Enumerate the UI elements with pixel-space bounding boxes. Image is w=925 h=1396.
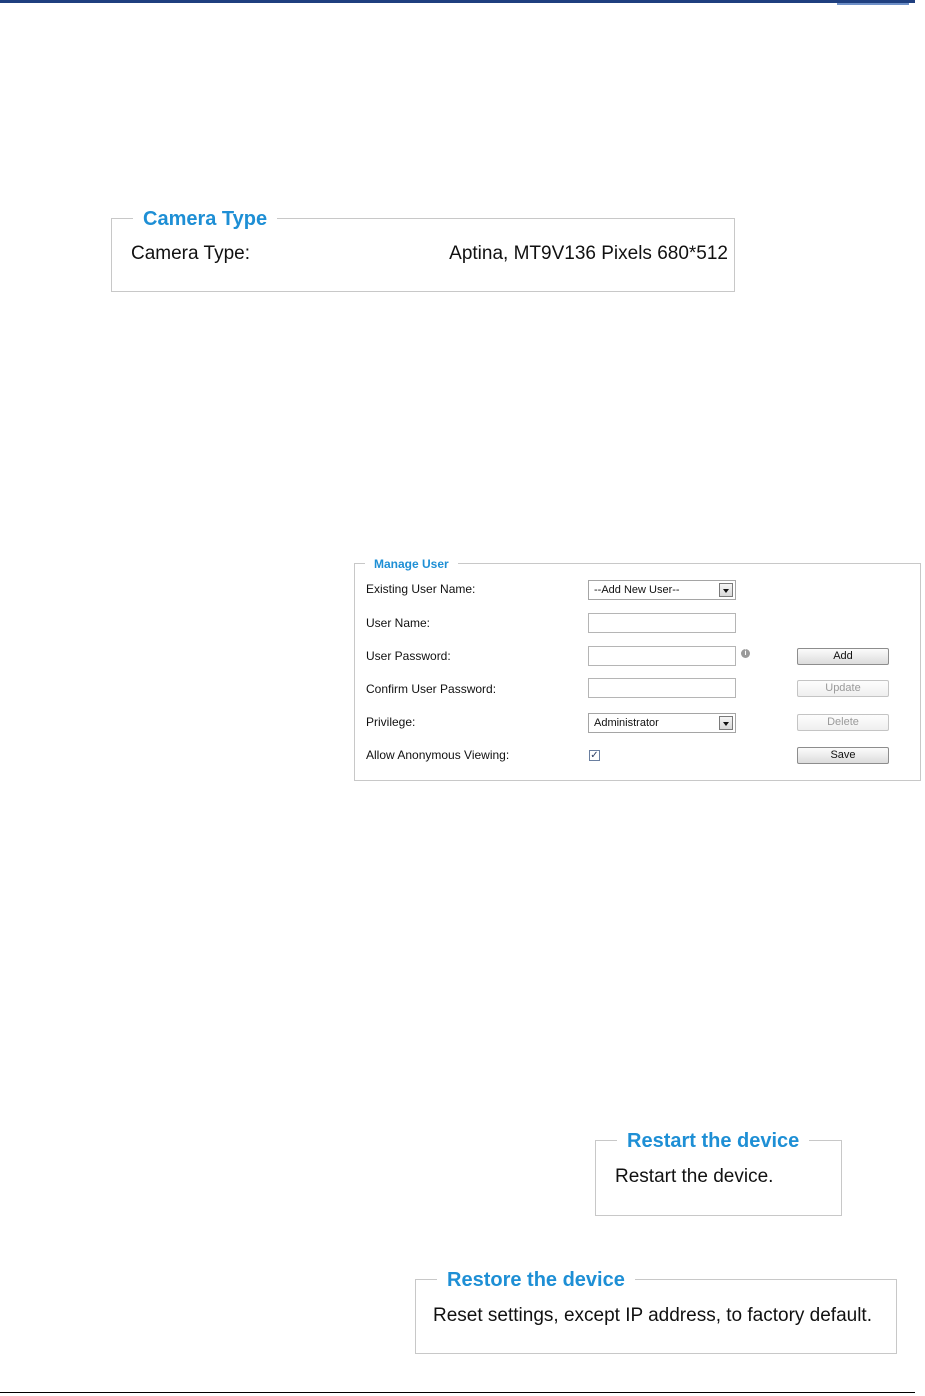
privilege-label: Privilege: bbox=[366, 715, 416, 729]
confirm-password-input[interactable] bbox=[588, 678, 736, 698]
header-rule-accent bbox=[837, 3, 909, 5]
add-button[interactable]: Add bbox=[797, 648, 889, 665]
manage-user-legend: Manage User bbox=[365, 556, 458, 572]
user-name-label: User Name: bbox=[366, 616, 431, 630]
save-button[interactable]: Save bbox=[797, 747, 889, 764]
chevron-down-icon[interactable] bbox=[719, 583, 733, 597]
delete-button[interactable]: Delete bbox=[797, 714, 889, 731]
anonymous-viewing-label: Allow Anonymous Viewing: bbox=[366, 748, 510, 762]
camera-type-legend: Camera Type bbox=[133, 207, 278, 231]
info-icon[interactable]: i bbox=[741, 649, 750, 658]
restore-panel: Restore the device Reset settings, excep… bbox=[415, 1268, 897, 1354]
user-password-label: User Password: bbox=[366, 649, 451, 663]
restore-text: Reset settings, except IP address, to fa… bbox=[433, 1305, 872, 1326]
restart-panel: Restart the device Restart the device. bbox=[595, 1129, 842, 1216]
existing-user-select-value: --Add New User-- bbox=[594, 584, 680, 596]
update-button[interactable]: Update bbox=[797, 680, 889, 697]
privilege-select-value: Administrator bbox=[594, 717, 659, 729]
anonymous-viewing-checkbox[interactable]: ✓ bbox=[589, 750, 600, 761]
camera-type-panel: Camera Type Camera Type: Aptina, MT9V136… bbox=[111, 207, 735, 292]
restart-legend: Restart the device bbox=[617, 1129, 810, 1153]
user-name-input[interactable] bbox=[588, 613, 736, 633]
footer-rule bbox=[0, 1392, 915, 1393]
existing-user-label: Existing User Name: bbox=[366, 582, 476, 596]
existing-user-select[interactable]: --Add New User-- bbox=[588, 580, 736, 600]
manage-user-panel: Manage User Existing User Name: --Add Ne… bbox=[354, 556, 921, 781]
restart-text: Restart the device. bbox=[615, 1166, 774, 1187]
camera-type-value: Aptina, MT9V136 Pixels 680*512 bbox=[449, 243, 728, 264]
header-rule bbox=[0, 0, 915, 3]
restore-legend: Restore the device bbox=[437, 1268, 635, 1292]
chevron-down-icon[interactable] bbox=[719, 716, 733, 730]
camera-type-label: Camera Type: bbox=[131, 243, 250, 264]
user-password-input[interactable] bbox=[588, 646, 736, 666]
privilege-select[interactable]: Administrator bbox=[588, 713, 736, 733]
confirm-password-label: Confirm User Password: bbox=[366, 682, 497, 696]
